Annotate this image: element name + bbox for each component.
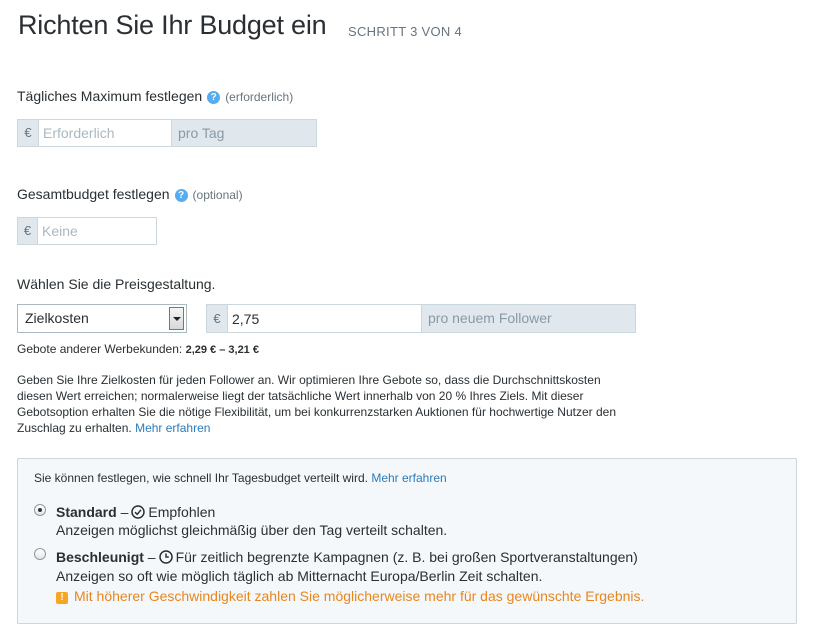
standard-title: Standard xyxy=(56,504,117,520)
clock-icon xyxy=(158,550,173,564)
total-budget-label-row: Gesamtbudget festlegen? (optional) xyxy=(17,186,243,202)
other-bids-label: Gebote anderer Werbekunden: xyxy=(17,342,183,356)
pricing-description-text: Geben Sie Ihre Zielkosten für jeden Foll… xyxy=(17,373,617,435)
bid-input[interactable] xyxy=(228,305,421,332)
daily-max-input[interactable] xyxy=(39,120,171,146)
pricing-select[interactable]: Zielkosten xyxy=(17,304,187,333)
currency-symbol: € xyxy=(18,218,38,244)
pacing-learn-more-link[interactable]: Mehr erfahren xyxy=(371,471,446,485)
accelerated-warning: ! Mit höherer Geschwindigkeit zahlen Sie … xyxy=(56,588,644,604)
daily-max-label: Tägliches Maximum festlegen xyxy=(17,88,203,104)
other-bids-range: 2,29 € – 3,21 € xyxy=(185,344,259,356)
pricing-select-value: Zielkosten xyxy=(25,310,89,326)
standard-option-title: Standard – Empfohlen xyxy=(56,504,215,520)
accelerated-tag: Für zeitlich begrenzte Kampagnen (z. B. … xyxy=(175,549,638,565)
accelerated-radio[interactable] xyxy=(34,548,46,560)
total-budget-label: Gesamtbudget festlegen xyxy=(17,186,170,202)
currency-symbol: € xyxy=(18,120,39,146)
step-indicator: SCHRITT 3 VON 4 xyxy=(348,24,463,39)
pacing-intro: Sie können festlegen, wie schnell Ihr Ta… xyxy=(34,471,447,485)
pricing-description: Geben Sie Ihre Zielkosten für jeden Foll… xyxy=(17,372,637,436)
required-hint: (erforderlich) xyxy=(225,90,294,104)
help-icon[interactable]: ? xyxy=(207,90,221,104)
standard-dash: – xyxy=(120,504,129,520)
accelerated-description: Anzeigen so oft wie möglich täglich ab M… xyxy=(56,568,543,584)
pacing-panel: Sie können festlegen, wie schnell Ihr Ta… xyxy=(17,458,797,624)
pricing-label: Wählen Sie die Preisgestaltung. xyxy=(17,276,216,292)
daily-max-label-row: Tägliches Maximum festlegen? (erforderlic… xyxy=(17,88,293,104)
pacing-intro-text: Sie können festlegen, wie schnell Ihr Ta… xyxy=(34,471,368,485)
accelerated-option-title: Beschleunigt – Für zeitlich begrenzte Kam… xyxy=(56,549,638,565)
optional-hint: (optional) xyxy=(192,188,243,202)
accelerated-dash: – xyxy=(147,549,156,565)
standard-radio[interactable] xyxy=(34,504,46,516)
standard-tag: Empfohlen xyxy=(148,504,216,520)
chevron-down-icon[interactable] xyxy=(169,307,184,330)
accelerated-title: Beschleunigt xyxy=(56,549,144,565)
other-bids: Gebote anderer Werbekunden: 2,29 € – 3,2… xyxy=(17,342,259,356)
daily-max-field: € pro Tag xyxy=(17,119,317,147)
standard-description: Anzeigen möglichst gleichmäßig über den … xyxy=(56,522,448,538)
per-follower-suffix: pro neuem Follower xyxy=(421,305,635,332)
page-title: Richten Sie Ihr Budget ein xyxy=(18,10,327,40)
warning-icon: ! xyxy=(56,592,68,604)
checkmark-circle-icon xyxy=(131,505,146,519)
help-icon[interactable]: ? xyxy=(174,188,188,202)
per-day-suffix: pro Tag xyxy=(171,120,316,146)
total-budget-input[interactable] xyxy=(38,218,156,244)
currency-symbol: € xyxy=(207,305,228,332)
total-budget-field: € xyxy=(17,217,157,245)
learn-more-link[interactable]: Mehr erfahren xyxy=(135,421,210,435)
bid-field: € pro neuem Follower xyxy=(206,304,636,333)
accelerated-warning-text: Mit höherer Geschwindigkeit zahlen Sie m… xyxy=(74,588,645,604)
